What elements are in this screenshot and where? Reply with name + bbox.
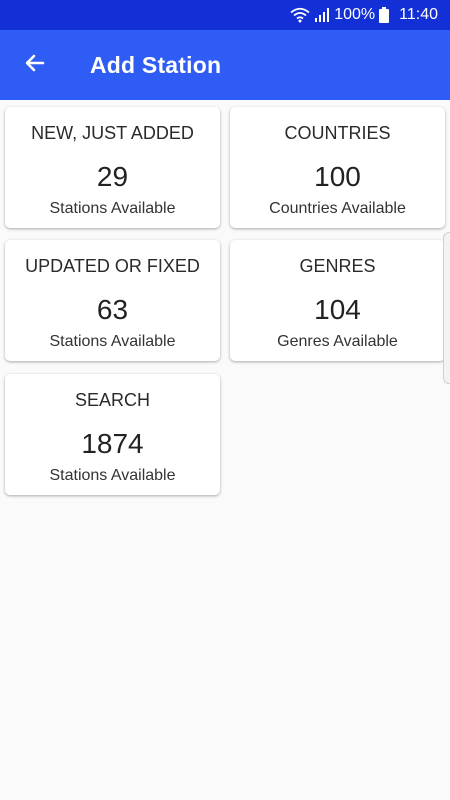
status-bar: 100% 11:40	[0, 0, 450, 30]
app-bar: Add Station	[0, 30, 450, 100]
card-count: 1874	[81, 428, 144, 459]
card-new-just-added[interactable]: NEW, JUST ADDED 29 Stations Available	[5, 107, 220, 228]
card-count: 29	[96, 161, 129, 192]
card-subtitle: Genres Available	[277, 333, 398, 350]
card-title: SEARCH	[74, 390, 150, 410]
card-title: NEW, JUST ADDED	[31, 123, 194, 143]
card-count: 100	[314, 161, 361, 192]
signal-icon	[314, 7, 330, 23]
battery-percent: 100%	[334, 6, 376, 23]
battery-icon	[379, 7, 390, 23]
card-updated-or-fixed[interactable]: UPDATED OR FIXED 63 Stations Available	[5, 240, 220, 361]
card-countries[interactable]: COUNTRIES 100 Countries Available	[230, 107, 445, 228]
page-title: Add Station	[90, 51, 222, 78]
card-subtitle: Stations Available	[49, 200, 176, 217]
card-subtitle: Countries Available	[269, 200, 406, 217]
card-title: UPDATED OR FIXED	[25, 256, 200, 276]
card-search[interactable]: SEARCH 1874 Stations Available	[5, 374, 220, 495]
status-time: 11:40	[399, 6, 438, 23]
card-subtitle: Stations Available	[49, 333, 176, 350]
edge-panel-handle[interactable]	[443, 232, 450, 384]
card-title: GENRES	[299, 256, 376, 276]
card-count: 104	[314, 294, 361, 325]
card-count: 63	[96, 294, 129, 325]
card-title: COUNTRIES	[284, 123, 391, 143]
back-button[interactable]	[0, 30, 70, 100]
arrow-left-icon	[23, 51, 47, 80]
card-subtitle: Stations Available	[49, 467, 176, 484]
card-genres[interactable]: GENRES 104 Genres Available	[230, 240, 445, 361]
wifi-icon	[290, 7, 310, 23]
